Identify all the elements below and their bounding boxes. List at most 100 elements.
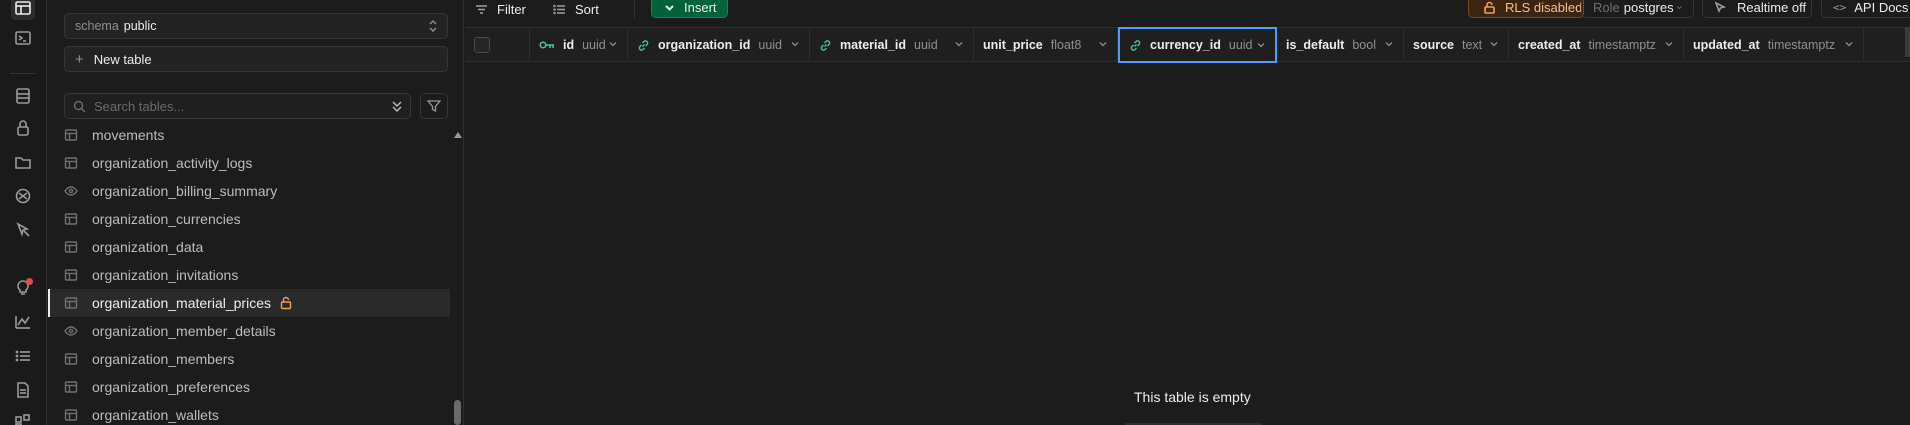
column-type: uuid <box>1228 38 1253 52</box>
column-header[interactable]: source text <box>1404 28 1509 62</box>
sidebar-table-item[interactable]: organization_currencies <box>48 205 450 233</box>
filter-icon <box>427 100 441 113</box>
foreign-key-link-icon <box>819 39 832 52</box>
realtime-icon[interactable] <box>11 218 35 242</box>
rls-disabled-button[interactable]: RLS disabled <box>1468 0 1584 18</box>
sort-button[interactable]: Sort <box>553 0 599 18</box>
api-docs-icon[interactable] <box>11 378 35 402</box>
schema-label: schema <box>75 19 119 33</box>
column-header[interactable]: unit_price float8 <box>974 28 1118 62</box>
code-icon: <> <box>1833 0 1847 14</box>
auth-icon[interactable] <box>11 116 35 140</box>
table-editor-icon[interactable] <box>11 0 35 20</box>
select-all-cell <box>465 28 530 62</box>
chevron-down-icon[interactable] <box>790 38 800 52</box>
grid-toolbar: Filter Sort Insert RLS disabled Role pos… <box>465 0 1910 27</box>
grid-scrollbar[interactable] <box>1905 27 1910 57</box>
scrollbar-thumb[interactable] <box>454 400 461 425</box>
column-type: text <box>1462 38 1483 52</box>
plus-icon: + <box>75 50 84 68</box>
column-type: float8 <box>1050 38 1082 52</box>
insert-label: Insert <box>684 0 717 15</box>
column-type: uuid <box>758 38 783 52</box>
table-icon <box>64 408 78 422</box>
chevron-down-icon[interactable] <box>1489 38 1499 52</box>
table-icon <box>64 128 78 142</box>
column-name: updated_at <box>1693 38 1760 52</box>
chevron-down-icon: ⌄ <box>1674 0 1684 12</box>
storage-icon[interactable] <box>11 150 35 174</box>
primary-key-icon <box>539 39 555 51</box>
chevron-down-icon[interactable] <box>1384 38 1394 52</box>
api-docs-button[interactable]: <> API Docs <box>1821 0 1910 18</box>
sidebar-scrollbar[interactable] <box>453 128 462 425</box>
realtime-label: Realtime off <box>1737 0 1807 15</box>
foreign-key-link-icon <box>1129 39 1142 52</box>
unlock-icon <box>279 296 293 310</box>
scroll-up-arrow-icon[interactable] <box>454 132 462 138</box>
column-header[interactable]: updated_at timestamptz <box>1684 28 1864 62</box>
column-name: id <box>563 38 575 52</box>
sidebar-table-label: organization_billing_summary <box>92 183 278 199</box>
column-name: source <box>1413 38 1454 52</box>
column-name: created_at <box>1518 38 1581 52</box>
sidebar-table-item[interactable]: organization_wallets <box>48 401 450 425</box>
column-type: uuid <box>914 38 938 52</box>
select-all-checkbox[interactable] <box>474 37 490 53</box>
chevrons-down-icon[interactable] <box>391 99 403 113</box>
sidebar-table-item[interactable]: organization_members <box>48 345 450 373</box>
view-icon <box>64 184 78 198</box>
column-header[interactable]: currency_id uuid <box>1118 27 1277 63</box>
sidebar-table-item[interactable]: organization_material_prices <box>48 289 450 317</box>
table-icon <box>64 156 78 170</box>
sidebar-table-item[interactable]: organization_activity_logs <box>48 149 450 177</box>
new-table-button[interactable]: + New table <box>64 46 448 72</box>
chevron-down-icon[interactable] <box>1256 39 1266 53</box>
chevron-down-icon[interactable] <box>608 38 618 52</box>
sidebar-table-item[interactable]: organization_data <box>48 233 450 261</box>
chevron-down-icon[interactable] <box>954 38 964 52</box>
filter-button[interactable]: Filter <box>475 0 526 18</box>
integrations-icon[interactable] <box>11 410 35 425</box>
chevron-down-icon[interactable] <box>1664 38 1674 52</box>
sql-editor-icon[interactable] <box>11 26 35 50</box>
table-icon <box>64 268 78 282</box>
column-type: uuid <box>582 38 606 52</box>
database-icon[interactable] <box>11 84 35 108</box>
schema-value: public <box>123 19 157 33</box>
sidebar-table-label: organization_preferences <box>92 379 250 395</box>
table-icon <box>64 240 78 254</box>
column-header[interactable]: id uuid <box>530 28 628 62</box>
logs-icon[interactable] <box>11 344 35 368</box>
table-icon <box>64 212 78 226</box>
sidebar-table-label: movements <box>92 127 165 143</box>
column-header[interactable]: is_default bool <box>1277 28 1404 62</box>
sidebar-table-item[interactable]: organization_member_details <box>48 317 450 345</box>
sidebar-table-item[interactable]: organization_preferences <box>48 373 450 401</box>
column-name: material_id <box>840 38 907 52</box>
search-input[interactable] <box>94 98 384 114</box>
column-header[interactable]: material_id uuid <box>810 28 974 62</box>
api-docs-label: API Docs <box>1854 0 1909 15</box>
insert-button[interactable]: Insert <box>651 0 728 18</box>
realtime-toggle[interactable]: Realtime off <box>1702 0 1812 18</box>
reports-icon[interactable] <box>11 310 35 334</box>
role-selector[interactable]: Role postgres ⌄ <box>1581 0 1694 18</box>
sidebar-table-label: organization_member_details <box>92 323 276 339</box>
chevron-down-icon[interactable] <box>1098 38 1108 52</box>
advisors-icon[interactable] <box>11 276 35 300</box>
schema-selector[interactable]: schema public <box>64 13 448 39</box>
column-header[interactable]: organization_id uuid <box>628 28 810 62</box>
sidebar-table-label: organization_data <box>92 239 204 255</box>
column-header[interactable]: created_at timestamptz <box>1509 28 1684 62</box>
sort-icon <box>553 4 565 14</box>
chevron-down-icon[interactable] <box>1844 38 1854 52</box>
edge-functions-icon[interactable] <box>11 184 35 208</box>
sidebar-table-item[interactable]: organization_invitations <box>48 261 450 289</box>
column-name: unit_price <box>983 38 1043 52</box>
sidebar-table-item[interactable]: organization_billing_summary <box>48 177 450 205</box>
sidebar-table-item[interactable]: movements <box>48 121 450 149</box>
filter-tables-button[interactable] <box>420 93 448 119</box>
filter-label: Filter <box>497 1 526 17</box>
rls-label: RLS disabled <box>1505 0 1583 15</box>
